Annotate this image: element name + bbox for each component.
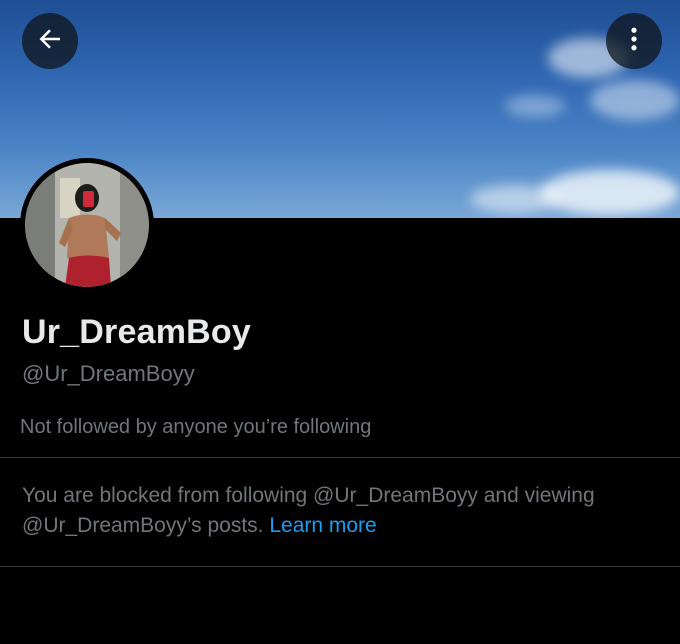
- more-vertical-icon: [619, 24, 649, 59]
- display-name: Ur_DreamBoy: [22, 313, 251, 351]
- blocked-notice: You are blocked from following @Ur_Dream…: [22, 481, 662, 541]
- back-button[interactable]: [22, 13, 78, 69]
- avatar[interactable]: [20, 158, 154, 292]
- more-options-button[interactable]: [606, 13, 662, 69]
- followed-by-status: Not followed by anyone you’re following: [20, 416, 372, 438]
- divider: [0, 566, 680, 567]
- arrow-left-icon: [35, 24, 65, 59]
- divider: [0, 457, 680, 458]
- avatar-photo: [25, 163, 149, 287]
- user-handle: @Ur_DreamBoyy: [22, 361, 195, 386]
- learn-more-link[interactable]: Learn more: [269, 514, 376, 537]
